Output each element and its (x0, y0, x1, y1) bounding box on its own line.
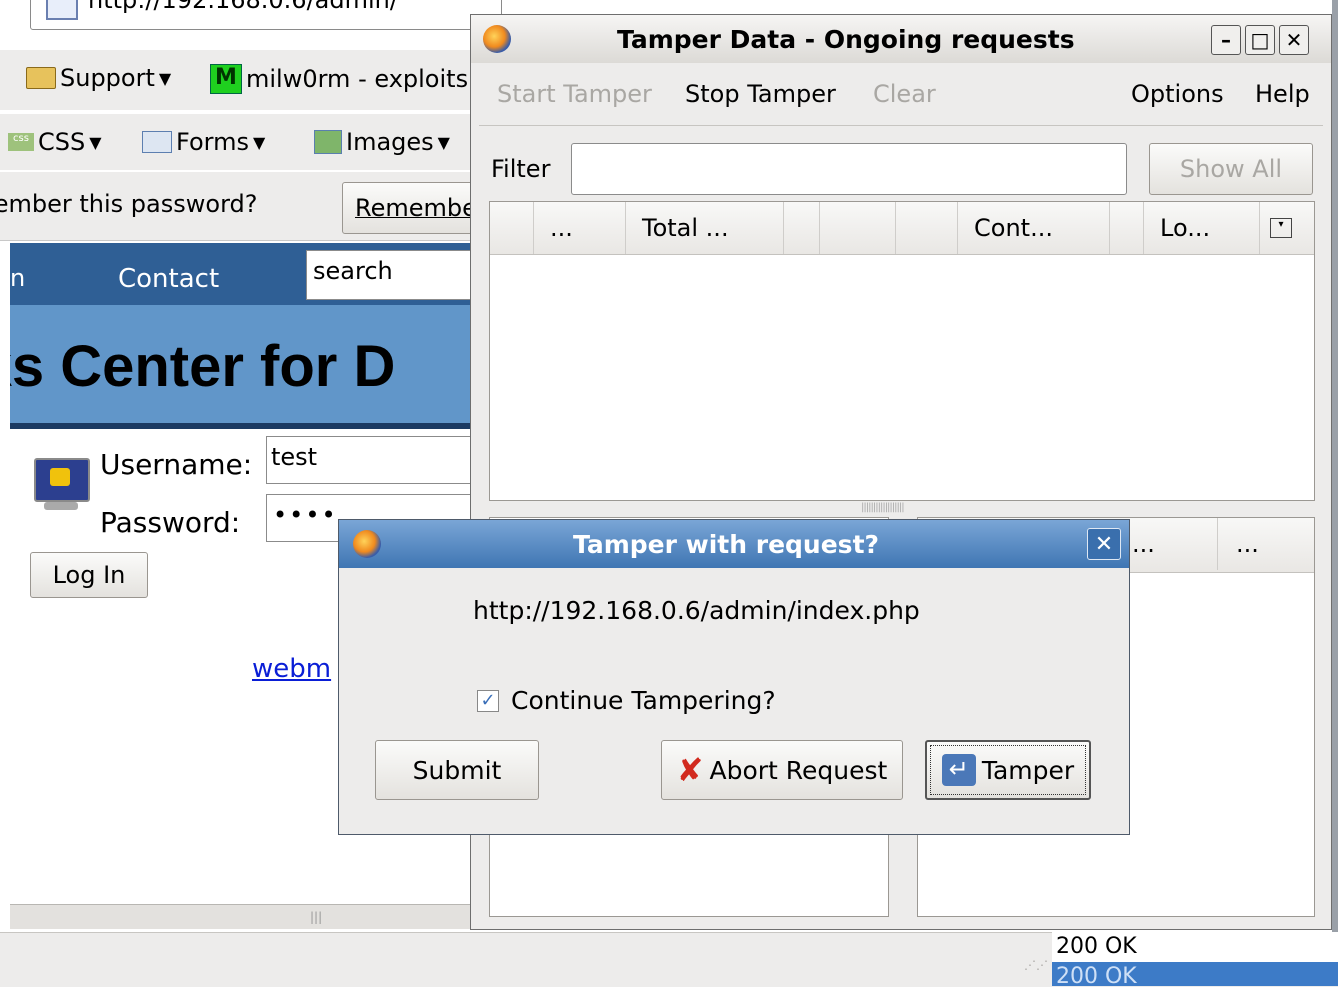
page-icon (46, 0, 78, 20)
images-icon (314, 130, 342, 154)
site-search-input[interactable]: search (306, 250, 480, 300)
close-window-button[interactable]: ✕ (1279, 25, 1309, 55)
toolbar-forms[interactable]: Forms ▼ (142, 128, 265, 156)
column-header[interactable] (1110, 202, 1144, 254)
password-prompt-text: Remember this password? (0, 190, 258, 218)
minimize-button[interactable]: – (1211, 25, 1241, 55)
css-icon: css (8, 133, 34, 151)
toolbar-label: Forms (176, 128, 249, 156)
options-menu[interactable]: Options (1131, 80, 1224, 108)
show-all-button[interactable]: Show All (1149, 143, 1313, 195)
status-entry: 200 OK (1056, 934, 1137, 959)
banner-clip: Banks Center for D (10, 305, 472, 423)
remember-label: Remember (355, 194, 487, 222)
dialog-title-bar: Tamper with request? ✕ (339, 520, 1129, 568)
stop-tamper-menu[interactable]: Stop Tamper (685, 80, 836, 108)
chevron-down-icon: ▼ (437, 132, 450, 152)
chevron-down-icon: ▼ (158, 68, 172, 88)
username-input[interactable]: test (266, 436, 480, 484)
requests-table: ... Total ... Cont... Lo... ▾ (489, 201, 1315, 501)
bookmark-label: milw0rm - exploits (246, 65, 469, 93)
forms-icon (142, 131, 172, 153)
column-header[interactable] (784, 202, 820, 254)
password-label: Password: (100, 506, 241, 539)
column-header-content[interactable]: Cont... (958, 202, 1110, 254)
chevron-down-icon: ▼ (252, 132, 266, 152)
toolbar-label: Images (346, 128, 434, 156)
column-header[interactable] (820, 202, 896, 254)
nav-item-partial[interactable]: n (10, 264, 25, 292)
column-header-total[interactable]: Total ... (626, 202, 784, 254)
horizontal-scrollbar[interactable]: ||| (10, 904, 480, 929)
resize-grip-icon[interactable]: ⋰⋰ (1024, 958, 1048, 972)
continue-tampering-label: Continue Tampering? (511, 686, 776, 715)
firefox-icon (483, 25, 511, 53)
start-tamper-menu[interactable]: Start Tamper (497, 80, 652, 108)
banner-title: Banks Center for D (10, 334, 396, 399)
clear-menu[interactable]: Clear (873, 80, 936, 108)
login-button[interactable]: Log In (30, 552, 148, 598)
tamper-button[interactable]: ↵ Tamper (925, 740, 1091, 800)
tamper-request-dialog: Tamper with request? ✕ http://192.168.0.… (338, 519, 1130, 835)
toolbar-label: CSS (38, 128, 86, 156)
column-header[interactable]: ... (1218, 518, 1314, 570)
red-x-icon: ✘ (676, 751, 704, 789)
tamper-title-bar: Tamper Data - Ongoing requests – □ ✕ (471, 15, 1331, 63)
tamper-arrow-icon: ↵ (941, 754, 976, 786)
dialog-title: Tamper with request? (573, 530, 880, 559)
toolbar-css[interactable]: css CSS ▼ (8, 128, 102, 156)
column-header[interactable] (490, 202, 534, 254)
username-label: Username: (100, 448, 253, 481)
submit-button[interactable]: Submit (375, 740, 539, 800)
window-edge (1332, 0, 1338, 932)
abort-request-label: Abort Request (709, 755, 888, 785)
column-picker-icon[interactable]: ▾ (1270, 218, 1292, 238)
folder-icon (26, 67, 56, 89)
url-text[interactable]: http://192.168.0.6/admin/ (88, 0, 398, 14)
milw0rm-icon: M (210, 64, 242, 94)
webmail-link[interactable]: webm (252, 654, 331, 684)
bookmark-label: Support (60, 64, 155, 92)
tamper-window-title: Tamper Data - Ongoing requests (617, 25, 1075, 54)
column-header[interactable]: ... (1118, 518, 1218, 570)
toolbar-images[interactable]: Images ▼ (314, 128, 450, 156)
bookmark-support[interactable]: Support ▼ (26, 64, 171, 92)
help-menu[interactable]: Help (1255, 80, 1310, 108)
firefox-icon (353, 530, 381, 558)
close-dialog-button[interactable]: ✕ (1087, 528, 1121, 560)
column-header-location[interactable]: Lo... (1144, 202, 1260, 254)
tamper-label: Tamper (981, 755, 1075, 785)
request-url: http://192.168.0.6/admin/index.php (473, 596, 920, 625)
lock-icon (34, 458, 90, 512)
nav-item-contact[interactable]: Contact (118, 264, 219, 294)
chevron-down-icon: ▼ (89, 132, 102, 152)
maximize-button[interactable]: □ (1245, 25, 1275, 55)
requests-table-header: ... Total ... Cont... Lo... ▾ (490, 202, 1314, 255)
menu-separator (479, 125, 1323, 126)
abort-request-button[interactable]: ✘ Abort Request (661, 740, 903, 800)
status-entry: 200 OK (1056, 964, 1137, 989)
bookmark-milw0rm[interactable]: M milw0rm - exploits (210, 64, 468, 94)
splitter-grip[interactable]: |||||||||||||||||| (861, 502, 905, 513)
column-header[interactable] (896, 202, 958, 254)
continue-tampering-checkbox[interactable]: ✓ (477, 690, 499, 712)
selected-row[interactable]: 200 OK (1052, 962, 1338, 989)
filter-label: Filter (491, 155, 551, 183)
column-header[interactable]: ... (534, 202, 626, 254)
filter-input[interactable] (571, 143, 1127, 195)
